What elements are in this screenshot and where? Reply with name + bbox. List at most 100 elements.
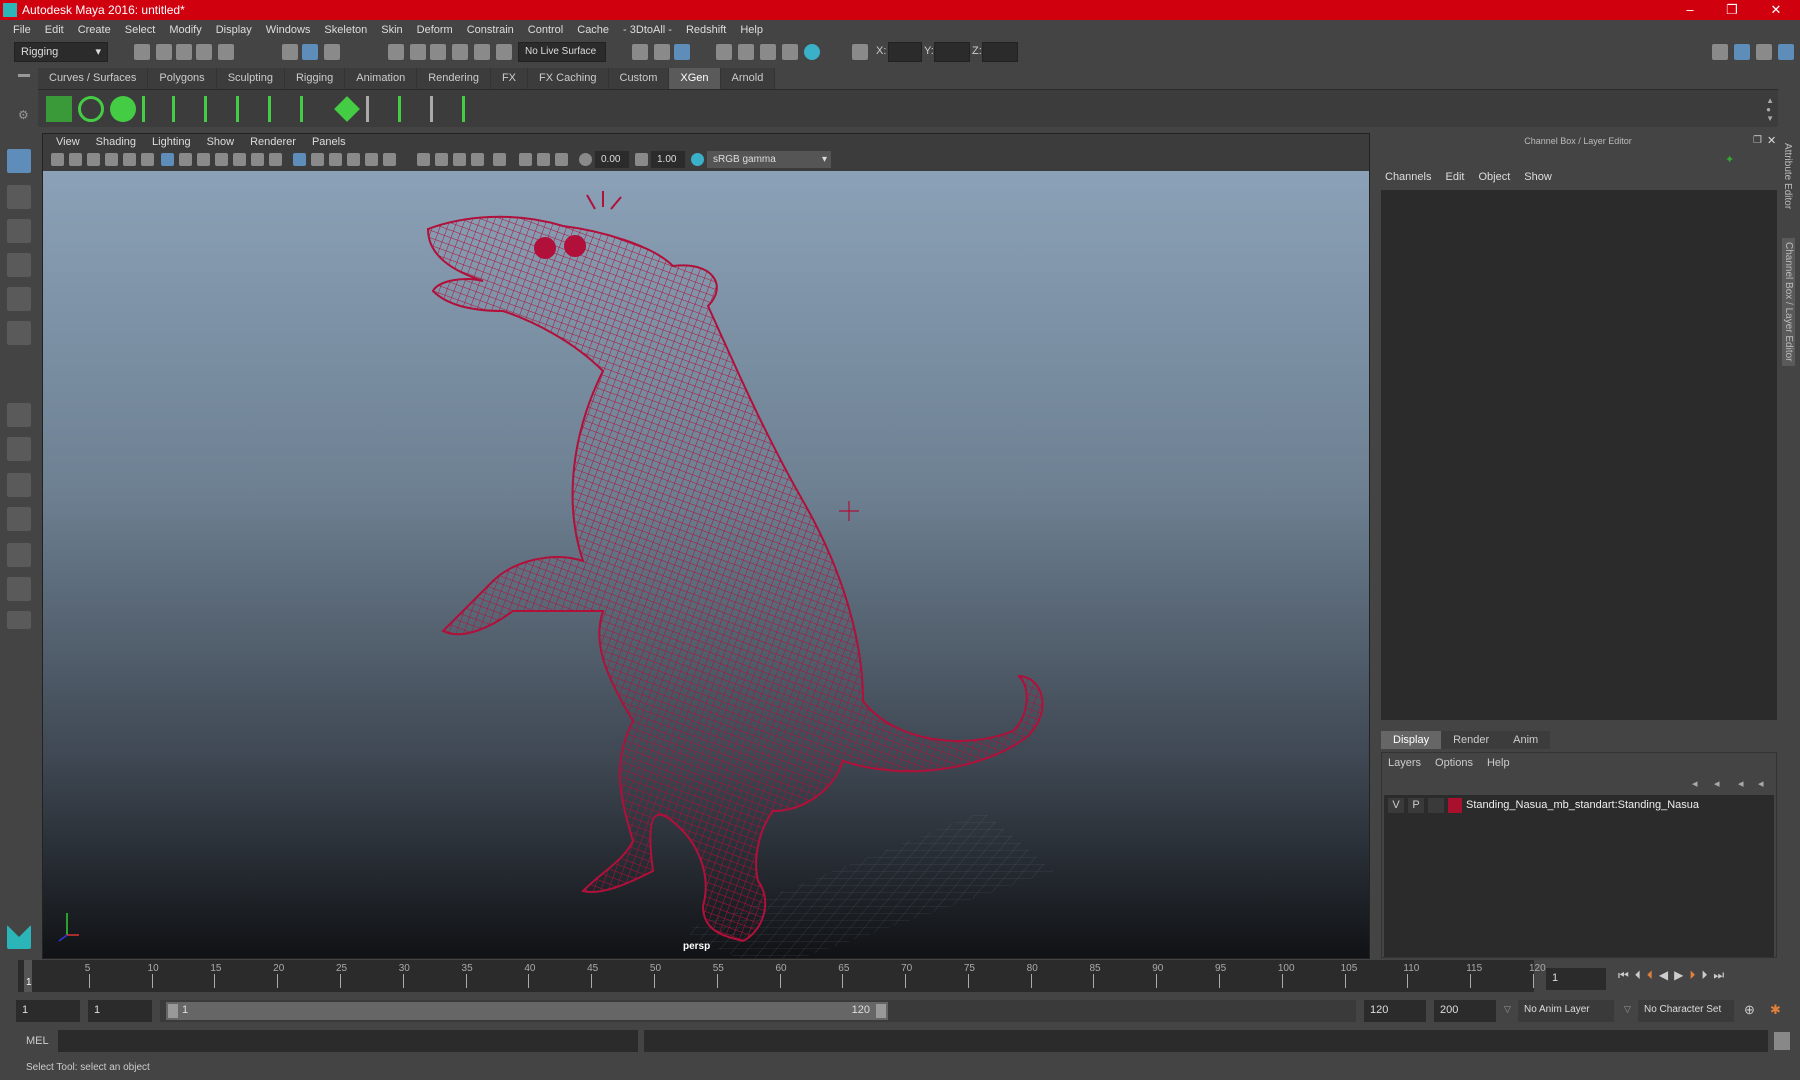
layer-row[interactable]: V P Standing_Nasua_mb_standart:Standing_… <box>1384 797 1774 815</box>
construction-history-icon[interactable] <box>674 44 690 60</box>
channel-list[interactable] <box>1381 190 1777 720</box>
camera-icon[interactable] <box>51 153 64 166</box>
play-forwards-icon[interactable]: ▶ <box>1674 968 1683 983</box>
layer-color-swatch[interactable] <box>1448 798 1462 813</box>
ipr-render-icon[interactable] <box>760 44 776 60</box>
select-component-icon[interactable] <box>324 44 340 60</box>
manipulator-axis-icon[interactable]: ✦ <box>1725 153 1737 166</box>
tab-arnold[interactable]: Arnold <box>720 68 776 89</box>
shadows-icon[interactable] <box>417 153 430 166</box>
current-time-field[interactable]: 1 <box>1546 968 1606 990</box>
z-field[interactable] <box>982 42 1018 62</box>
character-set-select[interactable]: No Character Set <box>1638 1000 1734 1022</box>
move-tool-icon[interactable] <box>7 253 31 277</box>
close-button[interactable]: ✕ <box>1756 0 1796 20</box>
play-backwards-icon[interactable]: ◀ <box>1659 968 1668 983</box>
range-end-handle[interactable] <box>876 1004 886 1018</box>
menu-3dtoall[interactable]: - 3DtoAll - <box>616 20 679 40</box>
mode-select[interactable]: Rigging ▾ <box>14 42 108 62</box>
time-slider[interactable]: 1 5 10 15 20 25 30 35 40 45 50 55 60 65 70 75 80 85 90 95 1… <box>18 960 1546 992</box>
go-to-start-icon[interactable]: ⏮ <box>1618 968 1629 983</box>
graph-layout-icon[interactable] <box>7 543 31 567</box>
layer-menu-options[interactable]: Options <box>1435 757 1473 769</box>
menu-cache[interactable]: Cache <box>570 20 616 40</box>
panel-menu-panels[interactable]: Panels <box>304 134 354 151</box>
xgen-density-icon[interactable] <box>334 96 360 122</box>
color-management-toggle-icon[interactable] <box>691 153 704 166</box>
xgen-move-guide-icon[interactable] <box>172 96 198 122</box>
xgen-guides-icon[interactable] <box>300 96 326 122</box>
tab-fx-caching[interactable]: FX Caching <box>528 68 609 89</box>
live-surface-field[interactable]: No Live Surface <box>518 42 606 62</box>
image-plane-icon[interactable] <box>105 153 118 166</box>
shelf-settings-gear-icon[interactable]: ⚙ <box>18 108 29 122</box>
xgen-editor-icon[interactable] <box>46 96 72 122</box>
panel-menu-lighting[interactable]: Lighting <box>144 134 199 151</box>
3d-view[interactable]: persp <box>43 171 1369 958</box>
bookmark-icon[interactable] <box>87 153 100 166</box>
exposure-field[interactable]: 0.00 <box>595 151 629 168</box>
playback-end-field[interactable]: 120 <box>1364 1000 1426 1022</box>
script-editor-icon[interactable] <box>1774 1032 1790 1050</box>
xgen-clear-icon[interactable] <box>110 96 136 122</box>
layer-visibility-toggle[interactable]: V <box>1388 798 1404 813</box>
menu-display[interactable]: Display <box>209 20 259 40</box>
render-sequence-icon[interactable] <box>738 44 754 60</box>
tab-xgen[interactable]: XGen <box>669 68 721 89</box>
tab-sculpting[interactable]: Sculpting <box>216 68 285 89</box>
anim-layer-select[interactable]: No Anim Layer <box>1518 1000 1614 1022</box>
hypershade-layout-icon[interactable] <box>7 577 31 601</box>
tab-custom[interactable]: Custom <box>608 68 670 89</box>
menu-create[interactable]: Create <box>71 20 118 40</box>
hypershade-icon[interactable] <box>804 44 820 60</box>
perspective-viewport[interactable]: View Shading Lighting Show Renderer Pane… <box>42 133 1370 959</box>
channel-box-toggle-icon[interactable] <box>1778 44 1794 60</box>
two-d-pan-icon[interactable] <box>123 153 136 166</box>
command-language-label[interactable]: MEL <box>26 1035 49 1047</box>
menu-help[interactable]: Help <box>733 20 770 40</box>
xgen-delete-icon[interactable] <box>462 96 488 122</box>
auto-key-icon[interactable]: ⊕ <box>1744 1002 1755 1018</box>
menu-modify[interactable]: Modify <box>162 20 208 40</box>
y-field[interactable] <box>934 42 970 62</box>
select-object-icon[interactable] <box>302 44 318 60</box>
xgen-add-guide-icon[interactable] <box>142 96 168 122</box>
menu-select[interactable]: Select <box>118 20 163 40</box>
tab-fx[interactable]: FX <box>490 68 529 89</box>
snap-view-icon[interactable] <box>452 44 468 60</box>
undo-icon[interactable] <box>196 44 212 60</box>
magnet-icon[interactable] <box>496 44 512 60</box>
shelf-scroll-icon[interactable]: ▲ ● ▼ <box>1766 96 1774 123</box>
minimize-button[interactable]: – <box>1670 0 1710 20</box>
step-back-key-icon[interactable]: ⏴ <box>1647 968 1653 983</box>
single-view-layout-icon[interactable] <box>7 403 31 427</box>
new-layer-selected-icon[interactable]: ◂ <box>1758 777 1764 790</box>
xgen-insert-cv-icon[interactable] <box>204 96 230 122</box>
channelbox-menu-show[interactable]: Show <box>1524 171 1552 183</box>
gamma-field[interactable]: 1.00 <box>651 151 685 168</box>
motion-blur-icon[interactable] <box>453 153 466 166</box>
safe-title-icon[interactable] <box>269 153 282 166</box>
anti-aliasing-icon[interactable] <box>471 153 484 166</box>
menu-skeleton[interactable]: Skeleton <box>317 20 374 40</box>
gate-mask-icon[interactable] <box>215 153 228 166</box>
menu-deform[interactable]: Deform <box>410 20 460 40</box>
xgen-sculpt-icon[interactable] <box>398 96 424 122</box>
xray-joints-icon[interactable] <box>537 153 550 166</box>
camera-attributes-icon[interactable] <box>69 153 82 166</box>
xgen-length-icon[interactable] <box>236 96 262 122</box>
end-time-field[interactable]: 200 <box>1434 1000 1496 1022</box>
menu-file[interactable]: File <box>6 20 38 40</box>
close-panel-icon[interactable]: ✕ <box>1767 134 1776 147</box>
playback-start-field[interactable]: 1 <box>88 1000 152 1022</box>
render-frame-icon[interactable] <box>716 44 732 60</box>
move-layer-down-icon[interactable]: ◂ <box>1714 777 1720 790</box>
field-chart-icon[interactable] <box>233 153 246 166</box>
menu-redshift[interactable]: Redshift <box>679 20 733 40</box>
tab-display[interactable]: Display <box>1381 731 1442 749</box>
snap-grid-icon[interactable] <box>388 44 404 60</box>
smooth-shade-icon[interactable] <box>311 153 324 166</box>
xgen-bend-icon[interactable] <box>430 96 456 122</box>
lasso-tool-icon[interactable] <box>7 185 31 209</box>
snap-curve-icon[interactable] <box>410 44 426 60</box>
